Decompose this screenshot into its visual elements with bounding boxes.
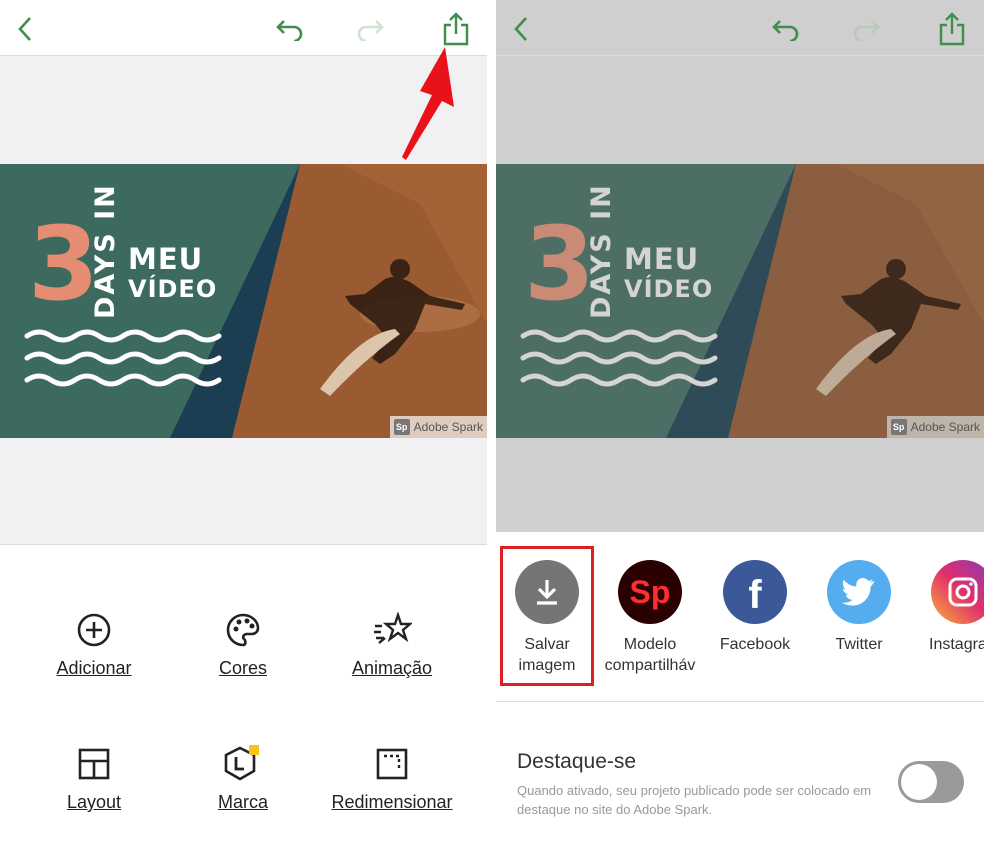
watermark-text: Adobe Spark [910,420,980,434]
banner-title-line2: VÍDEO [624,275,714,303]
share-button[interactable] [441,12,471,46]
share-label: Twitter [835,636,883,653]
back-button[interactable] [10,12,40,46]
back-button[interactable] [506,12,536,46]
tool-label: Adicionar [56,658,132,678]
spark-post-logo-icon: Sp [618,560,682,624]
tool-animacao[interactable]: Animação [317,608,467,679]
banner-days-in: DAYS IN [586,183,617,319]
adobe-spark-watermark: Sp Adobe Spark [886,416,984,438]
design-preview[interactable]: 3 DAYS IN MEU VÍDEO Sp Adobe Spark [0,164,487,438]
annotation-arrow-icon [402,47,454,160]
share-twitter[interactable]: Twitter [809,560,909,655]
banner-title-line2: VÍDEO [128,275,218,303]
palette-icon [226,613,260,647]
feature-toggle[interactable] [898,761,964,803]
tool-redimensionar[interactable]: Redimensionar [317,742,467,813]
download-icon [515,560,579,624]
redo-button[interactable] [851,12,881,46]
share-button[interactable] [937,12,967,46]
tool-label: Layout [66,792,122,812]
chevron-left-icon [18,17,31,41]
top-toolbar-dimmed [496,0,984,56]
toolbar-divider [0,544,487,545]
spark-logo-icon: Sp [393,419,410,435]
banner-number: 3 [28,205,99,324]
share-screen: 3 DAYS IN MEU VÍDEO Sp Adobe Spark Salva… [496,0,984,866]
toggle-knob [901,764,937,800]
screenshot-divider [487,0,496,866]
adobe-spark-watermark: Sp Adobe Spark [389,416,487,438]
redo-icon [357,20,384,41]
spark-logo-icon: Sp [890,419,907,435]
design-preview: 3 DAYS IN MEU VÍDEO Sp Adobe Spark [496,164,984,438]
undo-button[interactable] [771,12,801,46]
instagram-icon [931,560,984,624]
undo-icon [772,20,799,41]
brand-hexagon-icon [224,745,259,781]
share-label: Modelo compartilháv [604,636,696,674]
watermark-text: Adobe Spark [413,420,483,434]
share-icon [443,12,469,46]
undo-button[interactable] [275,12,305,46]
redo-button[interactable] [355,12,385,46]
banner-title-line1: MEU [128,242,204,276]
undo-icon [276,20,303,41]
feature-title: Destaque-se [517,750,637,773]
twitter-icon [827,560,891,624]
resize-icon [376,748,408,780]
share-instagram[interactable]: Instagra [913,560,984,655]
share-template[interactable]: Sp Modelo compartilháv [600,560,700,676]
banner-title-line1: MEU [624,242,700,276]
share-facebook[interactable]: f Facebook [705,560,805,655]
grid-layout-icon [78,748,110,780]
plus-circle-icon [77,613,111,647]
banner-days-in: DAYS IN [90,183,121,319]
tool-adicionar[interactable]: Adicionar [19,608,169,679]
facebook-icon: f [723,560,787,624]
share-options-row: Salvar imagem Sp Modelo compartilháv f F… [496,532,984,702]
sparkle-star-icon [374,612,412,644]
editor-screen: 3 DAYS IN MEU VÍDEO Sp Adobe Spark Adici… [0,0,487,866]
tool-label: Animação [351,658,433,678]
tool-label: Redimensionar [331,792,453,812]
banner-number: 3 [524,205,595,324]
share-label: Salvar imagem [518,636,576,674]
share-label: Instagra [929,636,984,653]
tool-label: Marca [217,792,268,812]
share-label: Facebook [719,636,791,653]
tool-layout[interactable]: Layout [19,742,169,813]
tool-cores[interactable]: Cores [168,608,318,679]
tool-marca[interactable]: Marca [168,742,318,813]
tool-label: Cores [218,658,267,678]
chevron-left-icon [514,17,527,41]
share-icon [939,12,965,46]
feature-description: Quando ativado, seu projeto publicado po… [517,783,872,817]
share-save-image[interactable]: Salvar imagem [497,560,597,676]
redo-icon [853,20,880,41]
